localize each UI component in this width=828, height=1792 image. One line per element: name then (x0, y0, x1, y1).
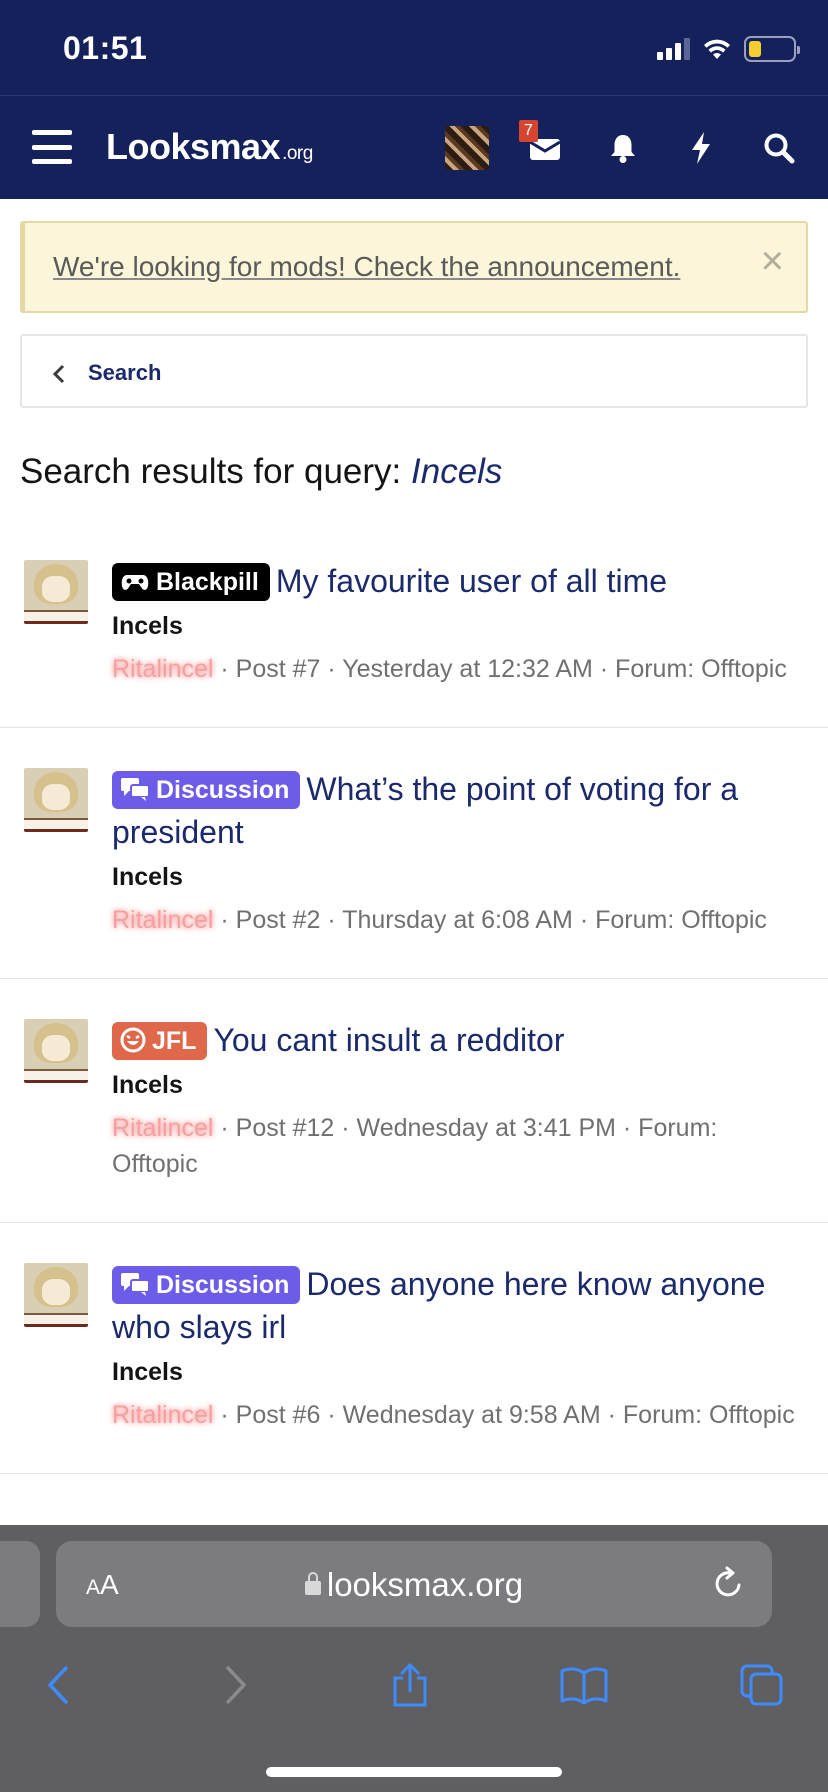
result-item: Discussion What’s the point of voting for… (0, 728, 828, 979)
page-title-prefix: Search results for query: (20, 452, 411, 491)
tabs-icon (740, 1664, 783, 1706)
result-title-line: Discussion What’s the point of voting for… (112, 768, 798, 854)
username-link[interactable]: Ritalincel (112, 1114, 213, 1142)
close-icon[interactable]: × (761, 241, 784, 281)
search-results-list: Blackpill My favourite user of all time I… (0, 520, 828, 1474)
result-snippet: Incels (112, 1358, 183, 1386)
tabs-button[interactable] (732, 1655, 792, 1715)
result-meta: Ritalincel · Post #6 · Wednesday at 9:58… (112, 1397, 798, 1433)
result-item: JFL You cant insult a redditor Incels Rit… (0, 979, 828, 1223)
label-text: Discussion (156, 1271, 290, 1299)
breadcrumb[interactable]: Search (20, 334, 808, 408)
page-title: Search results for query: Incels (20, 452, 502, 492)
chat-icon (121, 1273, 150, 1296)
lightning-icon (692, 132, 710, 164)
back-button[interactable] (28, 1655, 88, 1715)
status-bar: 01:51 (0, 0, 828, 95)
gamepad-icon (121, 575, 149, 590)
label-badge[interactable]: Discussion (112, 771, 301, 809)
announcement-notice: We're looking for mods! Check the announ… (20, 221, 808, 313)
avatar[interactable] (24, 768, 88, 832)
label-text: JFL (152, 1027, 197, 1055)
result-snippet: Incels (112, 1071, 183, 1099)
result-snippet: Incels (112, 612, 183, 640)
status-icons (657, 36, 800, 62)
search-query: Incels (411, 452, 503, 491)
wifi-icon (704, 39, 730, 59)
status-time: 01:51 (63, 30, 148, 66)
site-header: Looksmax .org 7 (0, 95, 828, 199)
meta-text: · Post #2 · Thursday at 6:08 AM · Forum:… (213, 906, 767, 934)
avatar[interactable] (24, 1019, 88, 1083)
inbox-button[interactable]: 7 (519, 120, 567, 170)
browser-toolbar (0, 1655, 828, 1735)
alerts-button[interactable] (601, 126, 645, 170)
lock-icon (304, 1572, 321, 1595)
back-icon (48, 1666, 68, 1704)
result-item: Blackpill My favourite user of all time I… (0, 520, 828, 728)
meta-text: · Post #6 · Wednesday at 9:58 AM · Forum… (213, 1401, 795, 1429)
chat-icon (121, 778, 150, 801)
username-link[interactable]: Ritalincel (112, 906, 213, 934)
address-bar[interactable]: AA looksmax.org (56, 1541, 772, 1627)
home-indicator[interactable] (266, 1767, 562, 1777)
result-meta: Ritalincel · Post #12 · Wednesday at 3:4… (112, 1110, 798, 1182)
thread-link[interactable]: My favourite user of all time (276, 563, 667, 599)
bookmarks-button[interactable] (554, 1655, 614, 1715)
result-snippet: Incels (112, 863, 183, 891)
meta-text: · Post #7 · Yesterday at 12:32 AM · Foru… (213, 655, 787, 683)
url-value: looksmax.org (326, 1566, 524, 1603)
label-badge[interactable]: Blackpill (112, 563, 270, 601)
share-button[interactable] (380, 1655, 440, 1715)
book-icon (560, 1667, 608, 1705)
browser-bottom-bar: AA looksmax.org (0, 1525, 828, 1792)
forward-button[interactable] (206, 1655, 266, 1715)
chevron-left-icon (52, 364, 65, 384)
result-title-line: Discussion Does anyone here know anyone w… (112, 1263, 798, 1349)
forward-icon (226, 1666, 246, 1704)
label-badge[interactable]: JFL (112, 1022, 208, 1060)
breadcrumb-search[interactable]: Search (88, 360, 161, 386)
menu-icon[interactable] (32, 130, 72, 164)
bell-icon (611, 135, 635, 163)
notice-link[interactable]: We're looking for mods! Check the announ… (53, 251, 680, 283)
label-badge[interactable]: Discussion (112, 1266, 301, 1304)
battery-icon (744, 36, 800, 62)
previous-tab-preview[interactable] (0, 1541, 40, 1627)
thread-link[interactable]: You cant insult a redditor (213, 1022, 564, 1058)
inbox-badge: 7 (519, 120, 538, 142)
result-meta: Ritalincel · Post #7 · Yesterday at 12:3… (112, 651, 798, 687)
result-meta: Ritalincel · Post #2 · Thursday at 6:08 … (112, 902, 798, 938)
user-avatar[interactable] (445, 126, 489, 170)
avatar[interactable] (24, 1263, 88, 1327)
site-logo[interactable]: Looksmax .org (106, 126, 313, 168)
result-title-line: JFL You cant insult a redditor (112, 1019, 798, 1062)
reload-icon[interactable] (710, 1563, 746, 1603)
search-button[interactable] (757, 126, 801, 170)
result-item: Discussion Does anyone here know anyone w… (0, 1223, 828, 1474)
label-text: Blackpill (156, 568, 259, 596)
whats-new-button[interactable] (679, 126, 723, 170)
username-link[interactable]: Ritalincel (112, 1401, 213, 1429)
logo-suffix: .org (282, 143, 313, 164)
share-icon (393, 1663, 427, 1707)
cellular-signal-icon (657, 38, 690, 60)
result-title-line: Blackpill My favourite user of all time (112, 560, 798, 603)
label-text: Discussion (156, 776, 290, 804)
url-text: looksmax.org (56, 1566, 772, 1604)
username-link[interactable]: Ritalincel (112, 655, 213, 683)
avatar[interactable] (24, 560, 88, 624)
laugh-icon (120, 1027, 146, 1053)
search-icon (764, 133, 795, 164)
logo-main: Looksmax (106, 126, 281, 167)
